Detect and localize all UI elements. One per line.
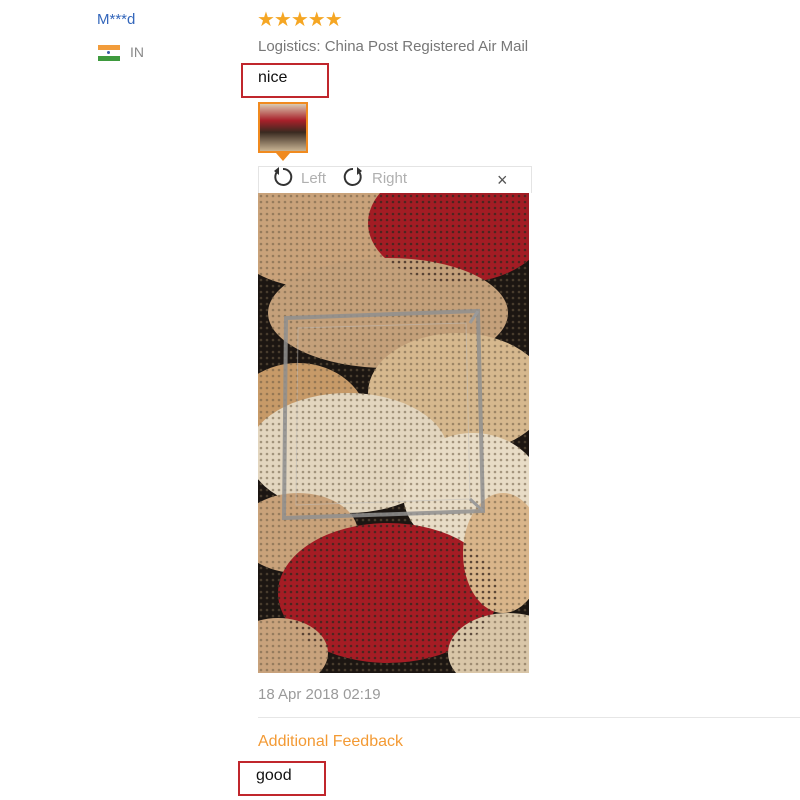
logistics-info: Logistics: China Post Registered Air Mai… — [258, 38, 529, 55]
review-photo-thumbnail[interactable] — [258, 102, 308, 153]
thumbnail-pointer — [276, 153, 290, 161]
review-comment: nice — [258, 69, 288, 86]
section-divider — [258, 717, 800, 718]
reviewer-name[interactable]: M***d — [97, 11, 135, 28]
review-timestamp: 18 Apr 2018 02:19 — [258, 686, 381, 703]
india-flag-icon — [98, 45, 120, 61]
star-rating: ★★★★★ — [257, 9, 343, 31]
rotate-right-label[interactable]: Right — [372, 170, 407, 187]
additional-feedback-title: Additional Feedback — [258, 733, 403, 750]
rotate-right-icon[interactable] — [342, 166, 364, 188]
rotate-left-icon[interactable] — [272, 166, 294, 188]
reviewer-country: IN — [130, 44, 144, 60]
close-icon[interactable]: × — [497, 171, 508, 189]
rotate-left-label[interactable]: Left — [301, 170, 326, 187]
additional-feedback-text: good — [256, 767, 292, 784]
review-photo — [258, 193, 529, 673]
